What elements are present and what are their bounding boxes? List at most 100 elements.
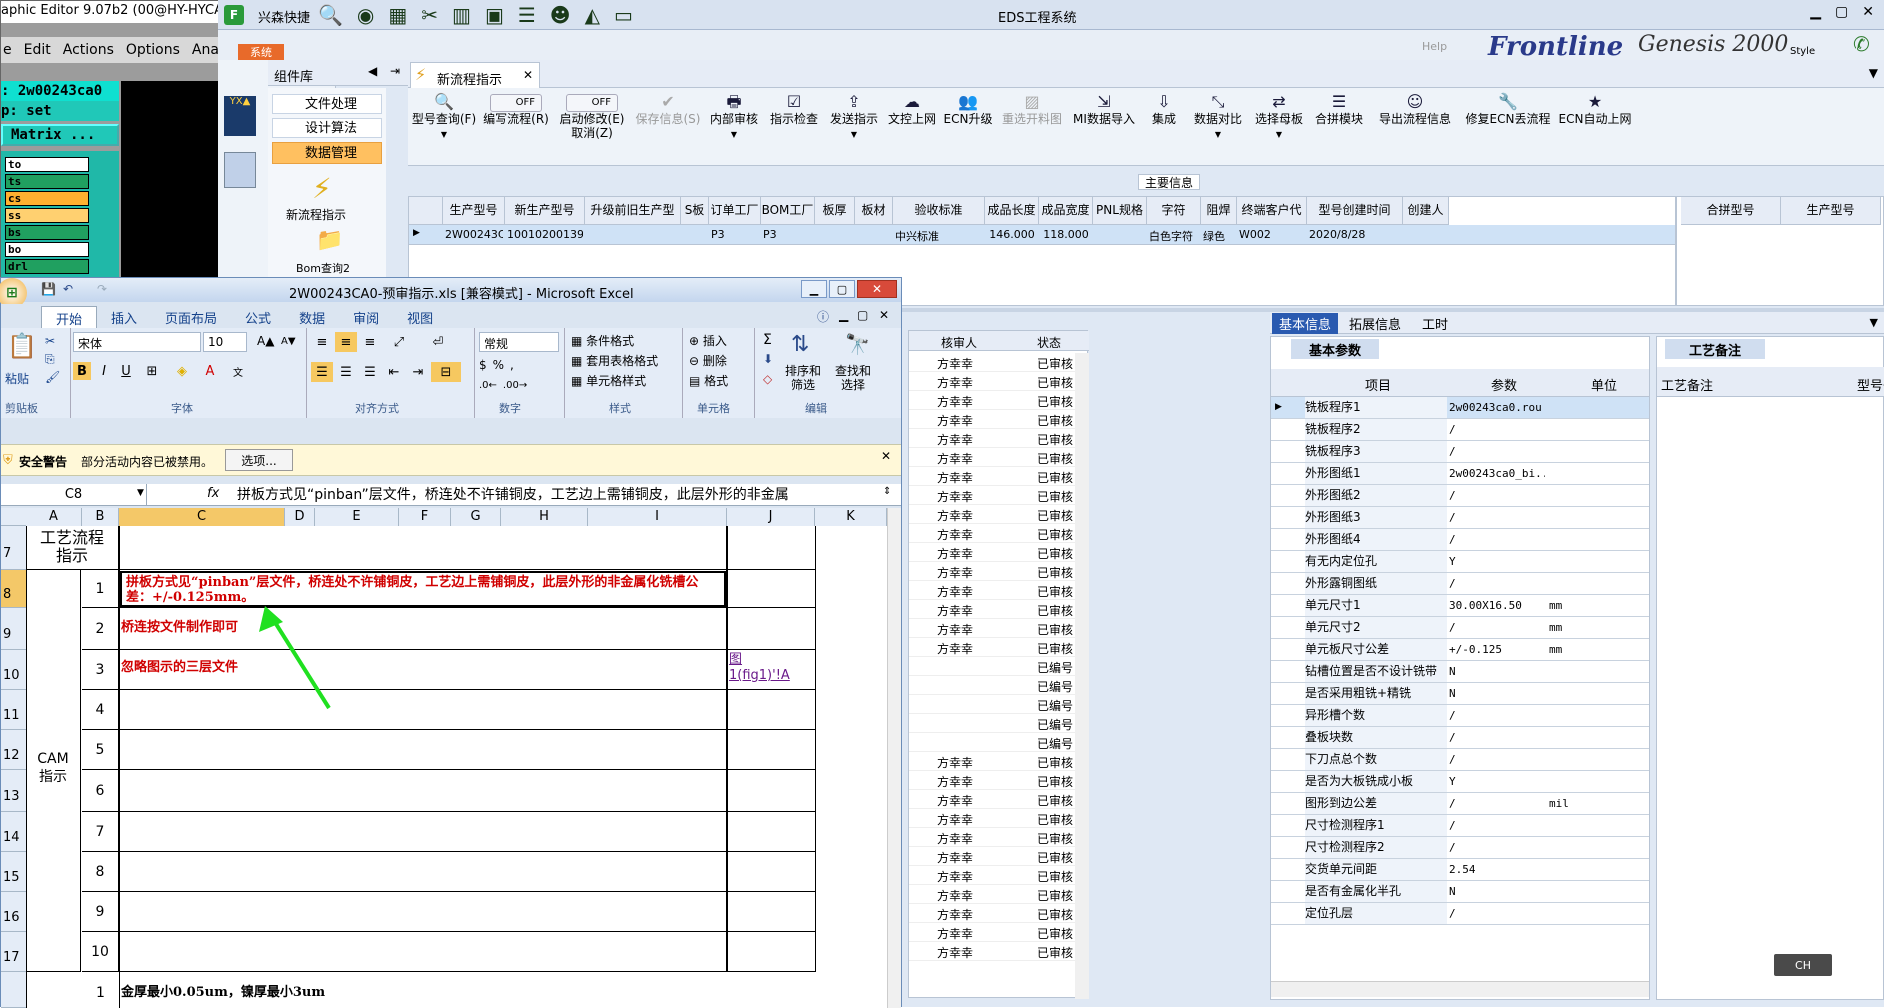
globe-icon[interactable]: ◉ xyxy=(357,3,374,27)
chevron-down-icon[interactable]: ▼ xyxy=(408,130,480,139)
cell-c7[interactable] xyxy=(119,526,727,570)
param-row[interactable]: 图形到边公差 / mil xyxy=(1271,793,1649,815)
genesis-menu-options[interactable]: Options xyxy=(126,37,180,63)
copy-icon[interactable]: ⎘ xyxy=(45,352,55,367)
toolbar-upload-button[interactable]: ⇪ 发送指示 ▼ xyxy=(824,92,884,139)
excel-close-icon[interactable]: ✕ xyxy=(857,280,897,298)
shrink-font-icon[interactable]: A▼ xyxy=(281,336,296,347)
align-middle-icon[interactable]: ≡ xyxy=(335,332,357,352)
cell-j-row[interactable] xyxy=(727,730,815,770)
decrease-decimal-icon[interactable]: .00→ xyxy=(503,380,527,391)
review-row[interactable]: 已编号 xyxy=(909,733,1075,752)
align-center-icon[interactable]: ☰ xyxy=(335,362,357,382)
toolbar-image-button[interactable]: ▨ 重选开料图 xyxy=(996,92,1068,126)
column-header[interactable]: J xyxy=(727,508,815,526)
param-row[interactable]: 钻槽位置是否不设计铣带 N xyxy=(1271,661,1649,683)
param-row[interactable]: 尺寸检测程序1/ xyxy=(1271,815,1649,837)
ribbon-restore-icon[interactable]: ▢ xyxy=(857,308,868,322)
genesis-menu-file[interactable]: e xyxy=(3,37,12,63)
review-row[interactable]: 方幸幸 已审核 xyxy=(909,790,1075,809)
param-row[interactable]: 交货单元间距 2.54 xyxy=(1271,859,1649,881)
cell-b-number[interactable]: 9 xyxy=(82,892,119,932)
review-row[interactable]: 已编号 xyxy=(909,695,1075,714)
review-row[interactable]: 方幸幸 已审核 xyxy=(909,847,1075,866)
param-row[interactable]: 是否为大板铣成小板 Y xyxy=(1271,771,1649,793)
cell-j7[interactable] xyxy=(727,526,815,570)
param-row[interactable]: 定位孔层 / xyxy=(1271,903,1649,925)
toggle-switch[interactable]: OFF xyxy=(566,94,618,112)
decrease-indent-icon[interactable]: ⇤ xyxy=(383,362,405,382)
cell-c-row[interactable] xyxy=(119,892,727,932)
basic-params-tab[interactable]: 基本参数 xyxy=(1291,339,1379,359)
format-as-table-button[interactable]: ▦ 套用表格格式 xyxy=(571,352,658,369)
delete-cells-button[interactable]: ⊖ 删除 xyxy=(689,352,727,369)
format-painter-icon[interactable]: 🖌 xyxy=(45,370,60,384)
toolbar-cloud-upload-button[interactable]: ☁ 文控上网 xyxy=(884,92,940,126)
fill-icon[interactable]: ⬇ xyxy=(763,352,773,366)
merge-cells-icon[interactable]: ⊟ xyxy=(431,362,461,382)
tab-close-icon[interactable]: ✕ xyxy=(523,68,533,82)
name-box-dropdown-icon[interactable]: ▼ xyxy=(137,488,144,498)
toolbar-users-button[interactable]: 👥 ECN升级 xyxy=(940,92,996,126)
review-row[interactable]: 方幸幸 已审核 xyxy=(909,448,1075,467)
layer-item[interactable]: ts xyxy=(5,174,89,189)
autosum-icon[interactable]: Σ xyxy=(763,332,772,348)
param-row[interactable]: 铣板程序3/ xyxy=(1271,441,1649,463)
nav-data-management[interactable]: 数据管理 xyxy=(272,142,382,164)
review-row[interactable]: 方幸幸 已审核 xyxy=(909,467,1075,486)
tab-dropdown-icon[interactable]: ▼ xyxy=(1869,66,1878,80)
toolbar-smile-button[interactable]: ☺ 导出流程信息 xyxy=(1368,92,1462,126)
close-icon[interactable]: ✕ xyxy=(1862,4,1874,20)
cell-a7[interactable]: 工艺流程 指示 xyxy=(26,526,119,570)
cell-c-row[interactable] xyxy=(119,730,727,770)
align-top-icon[interactable]: ≡ xyxy=(311,332,333,352)
column-header[interactable]: A xyxy=(26,508,82,526)
layer-item[interactable]: to xyxy=(5,157,89,172)
list-icon[interactable]: ☰ xyxy=(518,3,536,27)
main-data-row[interactable]: ▶ 2W00243CA0 10010200139674 P3 P3 中兴标准 146.000… xyxy=(409,225,1675,245)
cell-b-number[interactable]: 1 xyxy=(82,570,119,608)
cut-icon[interactable]: ✂ xyxy=(45,334,55,348)
column-header[interactable]: C xyxy=(119,508,285,526)
nav-file-processing[interactable]: 文件处理 xyxy=(272,94,382,114)
chevron-down-icon[interactable]: ▼ xyxy=(824,130,884,139)
cell-j-row[interactable] xyxy=(727,852,815,892)
maximize-icon[interactable]: ▢ xyxy=(1835,4,1848,20)
toolbar-toggle-button[interactable]: OFF 启动修改(E) 取消(Z) xyxy=(552,92,632,140)
ribbon-tab[interactable]: 开始 xyxy=(41,306,98,330)
column-header[interactable]: I xyxy=(588,508,727,526)
toolbar-wrench-button[interactable]: 🔧 修复ECN丢流程 xyxy=(1462,92,1554,126)
cell-j-row[interactable] xyxy=(727,690,815,730)
ime-indicator[interactable]: CH xyxy=(1774,954,1832,976)
cell-a-cam[interactable]: CAM 指示 xyxy=(26,570,81,972)
formula-input[interactable]: 拼板方式见“pinban”层文件，桥连处不许铺铜皮，工艺边上需铺铜皮，此层外形的… xyxy=(237,484,877,506)
ribbon-tab[interactable]: 插入 xyxy=(97,306,151,330)
review-row[interactable]: 方幸幸 已审核 xyxy=(909,638,1075,657)
help-menu[interactable]: Help xyxy=(1422,40,1447,53)
wrap-text-icon[interactable]: ⏎ xyxy=(427,332,449,352)
excel-maximize-icon[interactable]: ▢ xyxy=(829,280,855,298)
param-row[interactable]: ▶ 铣板程序1 2w00243ca0.rou xyxy=(1271,397,1649,419)
save-icon[interactable]: 💾 xyxy=(41,282,56,296)
ribbon-tab[interactable]: 视图 xyxy=(393,306,447,330)
redo-icon[interactable]: ↷ xyxy=(97,282,107,296)
bold-icon[interactable]: B xyxy=(73,362,91,380)
scissors-icon[interactable]: ✂ xyxy=(421,3,438,27)
column-header[interactable]: F xyxy=(399,508,451,526)
fill-color-icon[interactable]: ◈ xyxy=(169,362,195,380)
review-row[interactable]: 方幸幸 已审核 xyxy=(909,486,1075,505)
layer-item[interactable]: cs xyxy=(5,191,89,206)
new-flow-button[interactable]: 新流程指示 xyxy=(286,206,346,223)
ribbon-tab[interactable]: 审阅 xyxy=(339,306,393,330)
review-scrollbar[interactable] xyxy=(1075,353,1089,999)
monitor-icon[interactable]: ▭ xyxy=(614,3,633,27)
review-row[interactable]: 方幸幸 已审核 xyxy=(909,600,1075,619)
ribbon-tab[interactable]: 公式 xyxy=(231,306,285,330)
collapse-left-icon[interactable]: ◀ xyxy=(368,64,377,78)
review-row[interactable]: 已编号 xyxy=(909,714,1075,733)
review-row[interactable]: 方幸幸 已审核 xyxy=(909,752,1075,771)
sort-filter-button[interactable]: 排序和 筛选 xyxy=(785,364,821,392)
font-name-select[interactable]: 宋体 xyxy=(73,332,201,352)
toggle-switch[interactable]: OFF xyxy=(490,94,542,112)
chevron-down-icon[interactable]: ▼ xyxy=(1188,130,1248,139)
